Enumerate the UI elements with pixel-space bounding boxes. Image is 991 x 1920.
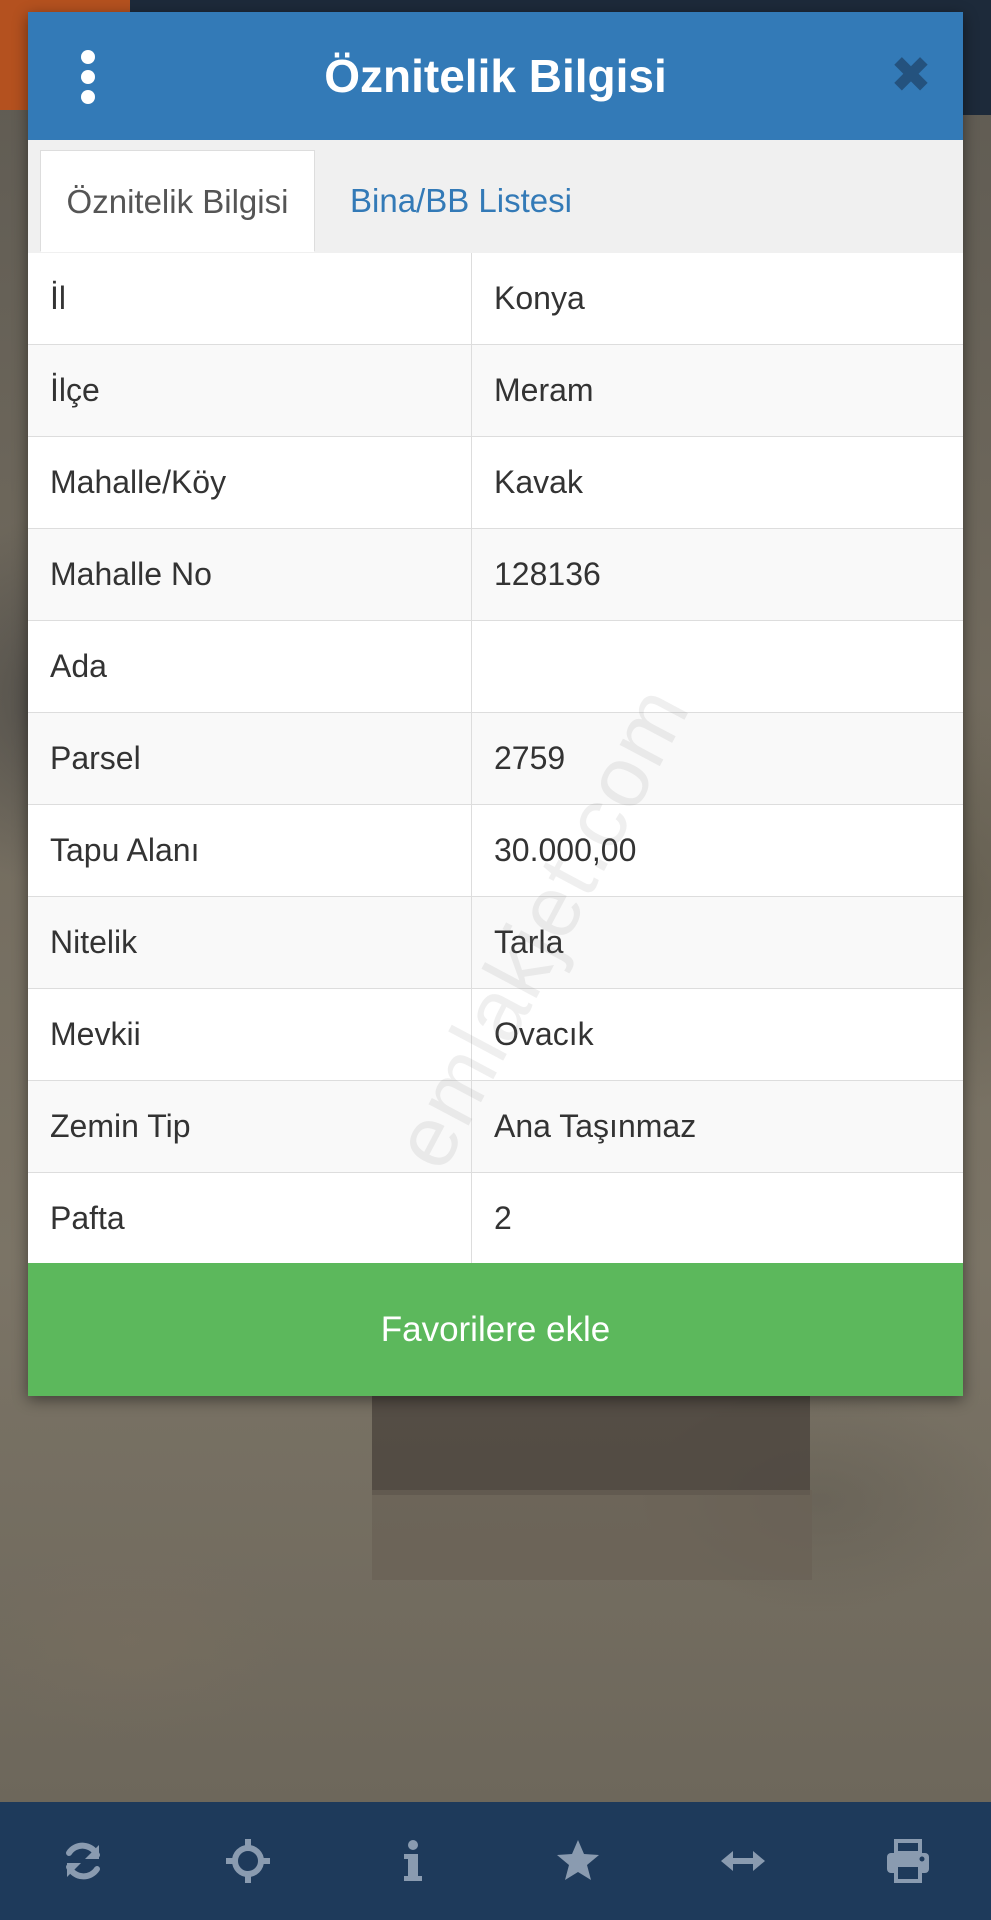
locate-button[interactable] [165, 1802, 330, 1920]
table-row: Pafta 2 [28, 1173, 963, 1265]
attribute-key: Mevkii [28, 989, 472, 1080]
attribute-value: 128136 [494, 556, 601, 592]
close-icon[interactable]: ✖ [886, 50, 936, 100]
map-field-light [372, 1490, 812, 1580]
attribute-value: 30.000,00 [494, 832, 637, 868]
attribute-value: 2 [494, 1200, 512, 1236]
table-row: Tapu Alanı 30.000,00 [28, 805, 963, 897]
attribute-value: Ovacık [494, 1016, 594, 1052]
refresh-icon [65, 1842, 100, 1880]
measure-button[interactable] [661, 1802, 826, 1920]
dialog-title: Öznitelik Bilgisi [324, 50, 667, 102]
info-icon [403, 1840, 422, 1881]
attribute-key: Parsel [28, 713, 472, 804]
print-icon [887, 1839, 930, 1883]
attribute-value: Konya [494, 280, 585, 316]
attribute-key: Tapu Alanı [28, 805, 472, 896]
attribute-key: Zemin Tip [28, 1081, 472, 1172]
attribute-value [472, 621, 963, 712]
kebab-menu-icon[interactable] [76, 50, 100, 104]
attribute-key: İlçe [28, 345, 472, 436]
table-row: Parsel 2759 [28, 713, 963, 805]
attribute-dialog: Öznitelik Bilgisi ✖ Öznitelik Bilgisi Bi… [28, 12, 963, 1396]
table-row: Mahalle No 128136 [28, 529, 963, 621]
favorites-button[interactable] [496, 1802, 661, 1920]
tab-building-list[interactable]: Bina/BB Listesi [328, 150, 594, 252]
map-field-dark [372, 1395, 810, 1495]
attribute-key: Nitelik [28, 897, 472, 988]
attribute-value: Ana Taşınmaz [494, 1108, 697, 1144]
table-row: İlçe Meram [28, 345, 963, 437]
attribute-key: İl [28, 253, 472, 344]
attribute-value: Tarla [494, 924, 564, 960]
locate-icon [225, 1839, 270, 1883]
table-row: Mahalle/Köy Kavak [28, 437, 963, 529]
attribute-key: Pafta [28, 1173, 472, 1264]
attribute-value: Kavak [494, 464, 583, 500]
attribute-table: İl Konya İlçe Meram Mahalle/Köy Kavak Ma… [28, 253, 963, 1265]
table-row: Mevkii Ovacık [28, 989, 963, 1081]
print-button[interactable] [826, 1802, 991, 1920]
attribute-value: Meram [494, 372, 594, 408]
attribute-value: 2759 [494, 740, 566, 776]
attribute-key: Mahalle No [28, 529, 472, 620]
refresh-button[interactable] [0, 1802, 165, 1920]
star-icon [557, 1840, 600, 1880]
table-row: Ada [28, 621, 963, 713]
tab-attribute-info[interactable]: Öznitelik Bilgisi [40, 150, 315, 252]
table-row: İl Konya [28, 253, 963, 345]
bottom-toolbar [0, 1802, 991, 1920]
info-button[interactable] [330, 1802, 495, 1920]
attribute-key: Ada [28, 621, 472, 712]
attribute-key: Mahalle/Köy [28, 437, 472, 528]
table-row: Zemin Tip Ana Taşınmaz [28, 1081, 963, 1173]
add-to-favorites-button[interactable]: Favorilere ekle [28, 1263, 963, 1396]
measure-icon [721, 1851, 766, 1871]
table-row: Nitelik Tarla [28, 897, 963, 989]
